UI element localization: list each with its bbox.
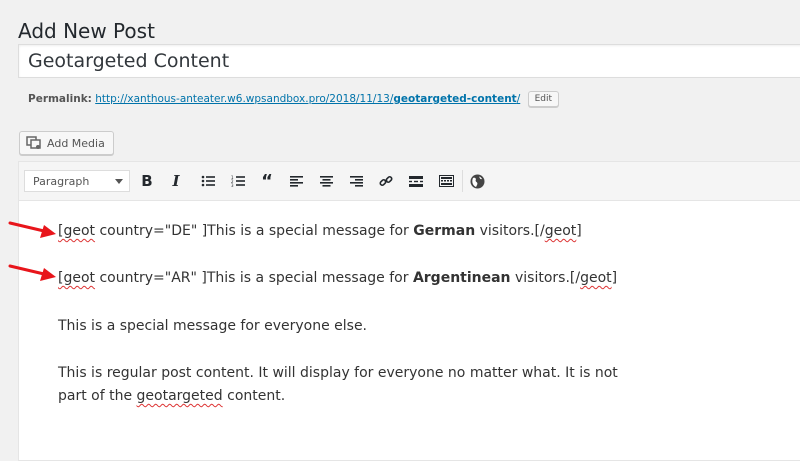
- read-more-icon[interactable]: [405, 171, 427, 191]
- permalink-link[interactable]: http://xanthous-anteater.w6.wpsandbox.pr…: [95, 93, 520, 105]
- bulleted-list-icon[interactable]: [197, 171, 219, 191]
- chevron-down-icon: [115, 179, 123, 184]
- add-media-label: Add Media: [47, 136, 105, 150]
- toolbar-toggle-icon[interactable]: [435, 171, 457, 191]
- content-line-de: [geot country="DE" ]This is a special me…: [58, 223, 582, 239]
- format-select[interactable]: Paragraph: [24, 170, 130, 192]
- add-media-button[interactable]: Add Media: [19, 131, 114, 155]
- format-select-value: Paragraph: [33, 175, 90, 188]
- globe-icon[interactable]: [466, 171, 488, 191]
- svg-text:3: 3: [231, 183, 234, 187]
- content-line-everyone: This is a special message for everyone e…: [58, 318, 368, 334]
- align-right-icon[interactable]: [345, 171, 367, 191]
- permalink-label: Permalink:: [28, 93, 92, 105]
- post-title-input[interactable]: [28, 50, 788, 72]
- permalink-bar: Permalink: http://xanthous-anteater.w6.w…: [28, 91, 560, 107]
- editor-toolbar: Paragraph B I 123 “: [19, 162, 800, 201]
- bold-icon[interactable]: B: [136, 171, 158, 191]
- numbered-list-icon[interactable]: 123: [227, 171, 249, 191]
- toolbar-divider: [462, 170, 463, 192]
- permalink-edit-button[interactable]: Edit: [527, 91, 560, 107]
- media-icon: [26, 136, 42, 150]
- align-left-icon[interactable]: [285, 171, 307, 191]
- content-line-regular-1: This is regular post content. It will di…: [58, 365, 618, 381]
- content-line-ar: [geot country="AR" ]This is a special me…: [58, 270, 618, 286]
- link-icon[interactable]: [375, 171, 397, 191]
- arrow-icon: [8, 264, 56, 281]
- post-title-field[interactable]: [18, 44, 800, 78]
- page-title: Add New Post: [18, 19, 155, 44]
- blockquote-icon[interactable]: “: [256, 171, 278, 192]
- arrow-icon: [8, 221, 56, 238]
- content-line-regular-2: part of the geotargeted content.: [58, 388, 286, 404]
- post-editor[interactable]: Paragraph B I 123 “ [geot country="DE"]…: [18, 161, 800, 461]
- italic-icon[interactable]: I: [165, 171, 187, 191]
- align-center-icon[interactable]: [315, 171, 337, 191]
